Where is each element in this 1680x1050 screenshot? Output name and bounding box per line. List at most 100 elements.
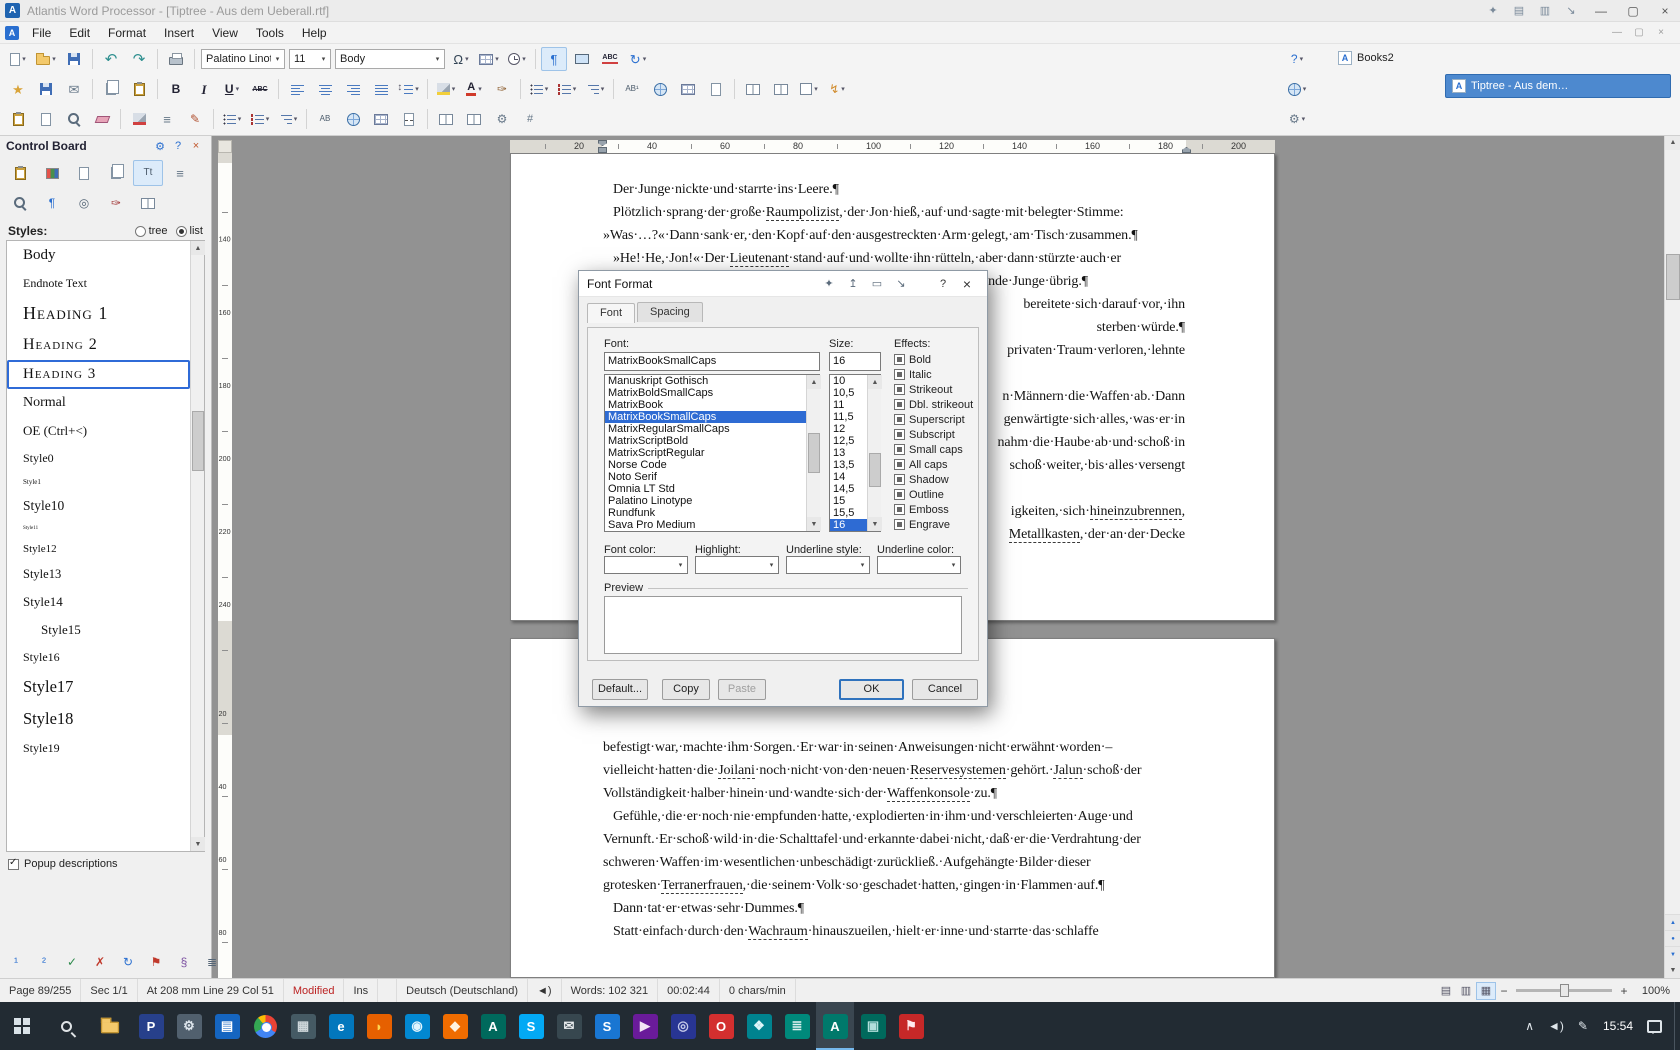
popup-descriptions-checkbox[interactable]: Popup descriptions: [8, 858, 118, 870]
footnote-tool-button[interactable]: ¹: [3, 950, 29, 974]
copy-button[interactable]: Copy: [662, 679, 710, 700]
draw-button[interactable]: ✎: [182, 107, 208, 131]
style-item-style19[interactable]: Style19: [7, 735, 190, 762]
page-break-button[interactable]: [396, 107, 422, 131]
show-desktop-button[interactable]: [1674, 1002, 1680, 1050]
email-button[interactable]: ✉: [61, 77, 87, 101]
underline-style-combo[interactable]: ▾: [786, 556, 870, 574]
cross-tool-button[interactable]: ✗: [87, 950, 113, 974]
dock-button[interactable]: ↥: [841, 275, 865, 293]
menu-insert[interactable]: Insert: [155, 23, 203, 43]
previous-page-button[interactable]: ▲: [1665, 914, 1680, 930]
panels-icon[interactable]: ▤: [1506, 2, 1532, 20]
shrink-button[interactable]: ↘: [889, 275, 913, 293]
vertical-scrollbar[interactable]: ▲ ▲ ● ▼ ▼: [1664, 134, 1680, 978]
mdi-minimize-button[interactable]: —: [1606, 25, 1628, 41]
pin-icon[interactable]: ✦: [1480, 2, 1506, 20]
font-listbox[interactable]: Manuskript GothischMatrixBoldSmallCapsMa…: [604, 374, 820, 532]
default-button[interactable]: Default...: [592, 679, 648, 700]
font-option[interactable]: MatrixRegularSmallCaps: [605, 423, 819, 435]
maximize-button[interactable]: ▢: [1618, 1, 1648, 21]
font-name-combo[interactable]: Palatino Linoty▾: [201, 49, 285, 69]
flag-tool-button[interactable]: ⚑: [143, 950, 169, 974]
outline-numbering-button[interactable]: ▾: [582, 77, 608, 101]
tray-volume-icon[interactable]: ◄): [1541, 1019, 1571, 1033]
taskbar-app-skype[interactable]: S: [512, 1002, 550, 1050]
chevron-down-icon[interactable]: ▾: [271, 55, 284, 63]
effect-emboss[interactable]: Emboss: [894, 503, 949, 516]
menu-edit[interactable]: Edit: [60, 23, 99, 43]
justify-button[interactable]: [368, 77, 394, 101]
scroll-up-icon[interactable]: ▲: [191, 241, 205, 255]
vertical-ruler[interactable]: 14016018020022024020406080: [218, 153, 232, 978]
section-tool-button[interactable]: §: [171, 950, 197, 974]
effect-shadow[interactable]: Shadow: [894, 473, 949, 486]
taskbar-app-blue-circle[interactable]: ◉: [398, 1002, 436, 1050]
insert-table-button[interactable]: ▾: [476, 47, 502, 71]
style-item-style14[interactable]: Style14: [7, 588, 190, 616]
help-icon[interactable]: ?: [169, 138, 187, 154]
dialog-close-button[interactable]: ×: [955, 275, 979, 293]
tools-button[interactable]: ⚙: [489, 107, 515, 131]
view-layout-button[interactable]: ▥: [1456, 982, 1476, 1000]
superscript-button[interactable]: AB¹: [619, 77, 645, 101]
font-option[interactable]: Sava Pro Medium: [605, 519, 819, 531]
font-option[interactable]: MatrixBook: [605, 399, 819, 411]
line-spacing-button[interactable]: ▾: [396, 77, 422, 101]
style-item-endnote-text[interactable]: Endnote Text: [7, 270, 190, 297]
taskbar-app-p[interactable]: P: [132, 1002, 170, 1050]
underline-color-combo[interactable]: ▾: [877, 556, 961, 574]
insert-symbol-button[interactable]: Ω▾: [448, 47, 474, 71]
list-tool-button[interactable]: ≣: [199, 950, 225, 974]
zoom-panel-button[interactable]: [5, 190, 35, 216]
mdi-close-button[interactable]: ×: [1650, 25, 1672, 41]
taskbar-app-atlantis[interactable]: A: [816, 1002, 854, 1050]
scrollbar-thumb[interactable]: [869, 453, 881, 487]
fullscreen-button[interactable]: [569, 47, 595, 71]
documents-icon[interactable]: ▥: [1532, 2, 1558, 20]
page-setup-button[interactable]: [33, 107, 59, 131]
taskbar-app-photos[interactable]: ❖: [740, 1002, 778, 1050]
brush-panel-button[interactable]: ✑: [101, 190, 131, 216]
addons-button[interactable]: ⚙▾: [1284, 107, 1310, 131]
style-item-oe-ctrl[interactable]: OE (Ctrl+<): [7, 417, 190, 445]
first-line-indent-marker[interactable]: [598, 140, 607, 146]
taskbar-app-s-blue[interactable]: S: [588, 1002, 626, 1050]
refresh-tool-button[interactable]: ↻: [115, 950, 141, 974]
insert-chart-button[interactable]: [675, 77, 701, 101]
tray-pen-icon[interactable]: ✎: [1571, 1019, 1595, 1033]
styles-scrollbar[interactable]: ▲ ▼: [190, 241, 204, 851]
taskbar-app-gray-grid[interactable]: ▦: [284, 1002, 322, 1050]
strikethrough-button[interactable]: ABC: [247, 77, 273, 101]
scroll-up-icon[interactable]: ▲: [807, 375, 821, 389]
view-columns-button[interactable]: [433, 107, 459, 131]
autocorrect-button[interactable]: ↻▾: [625, 47, 651, 71]
menu-help[interactable]: Help: [293, 23, 336, 43]
autoformat-button[interactable]: ↯▾: [824, 77, 850, 101]
close-icon[interactable]: ×: [187, 138, 205, 154]
align-left-button[interactable]: [284, 77, 310, 101]
minimize-button[interactable]: —: [1586, 1, 1616, 21]
chevron-down-icon[interactable]: ▾: [674, 561, 687, 569]
clipboard-panel-button[interactable]: [5, 160, 35, 186]
font-name-input[interactable]: MatrixBookSmallCaps: [604, 352, 820, 371]
mdi-restore-button[interactable]: ▢: [1628, 25, 1650, 41]
taskbar-app-notes[interactable]: ≣: [778, 1002, 816, 1050]
bullet-style-button[interactable]: ▾: [219, 107, 245, 131]
effect-small-caps[interactable]: Small caps: [894, 443, 963, 456]
paste-button[interactable]: Paste: [718, 679, 766, 700]
dialog-help-button[interactable]: ?: [931, 275, 955, 293]
notification-icon[interactable]: [1647, 1020, 1662, 1033]
translate-button[interactable]: ▾: [1284, 77, 1310, 101]
columns-one-button[interactable]: [740, 77, 766, 101]
underline-button[interactable]: U▾: [219, 77, 245, 101]
open-document-tiptree-aus-dem[interactable]: ATiptree - Aus dem…: [1445, 74, 1671, 98]
style-item-heading-3[interactable]: Heading 3: [7, 360, 190, 389]
chevron-down-icon[interactable]: ▾: [765, 561, 778, 569]
font-option[interactable]: Manuskript Gothisch: [605, 375, 819, 387]
undo-button[interactable]: ↶: [98, 47, 124, 71]
pin-button[interactable]: ✦: [817, 275, 841, 293]
font-option[interactable]: MatrixScriptRegular: [605, 447, 819, 459]
font-option[interactable]: Omnia LT Std: [605, 483, 819, 495]
taskbar-app-chrome[interactable]: [246, 1002, 284, 1050]
